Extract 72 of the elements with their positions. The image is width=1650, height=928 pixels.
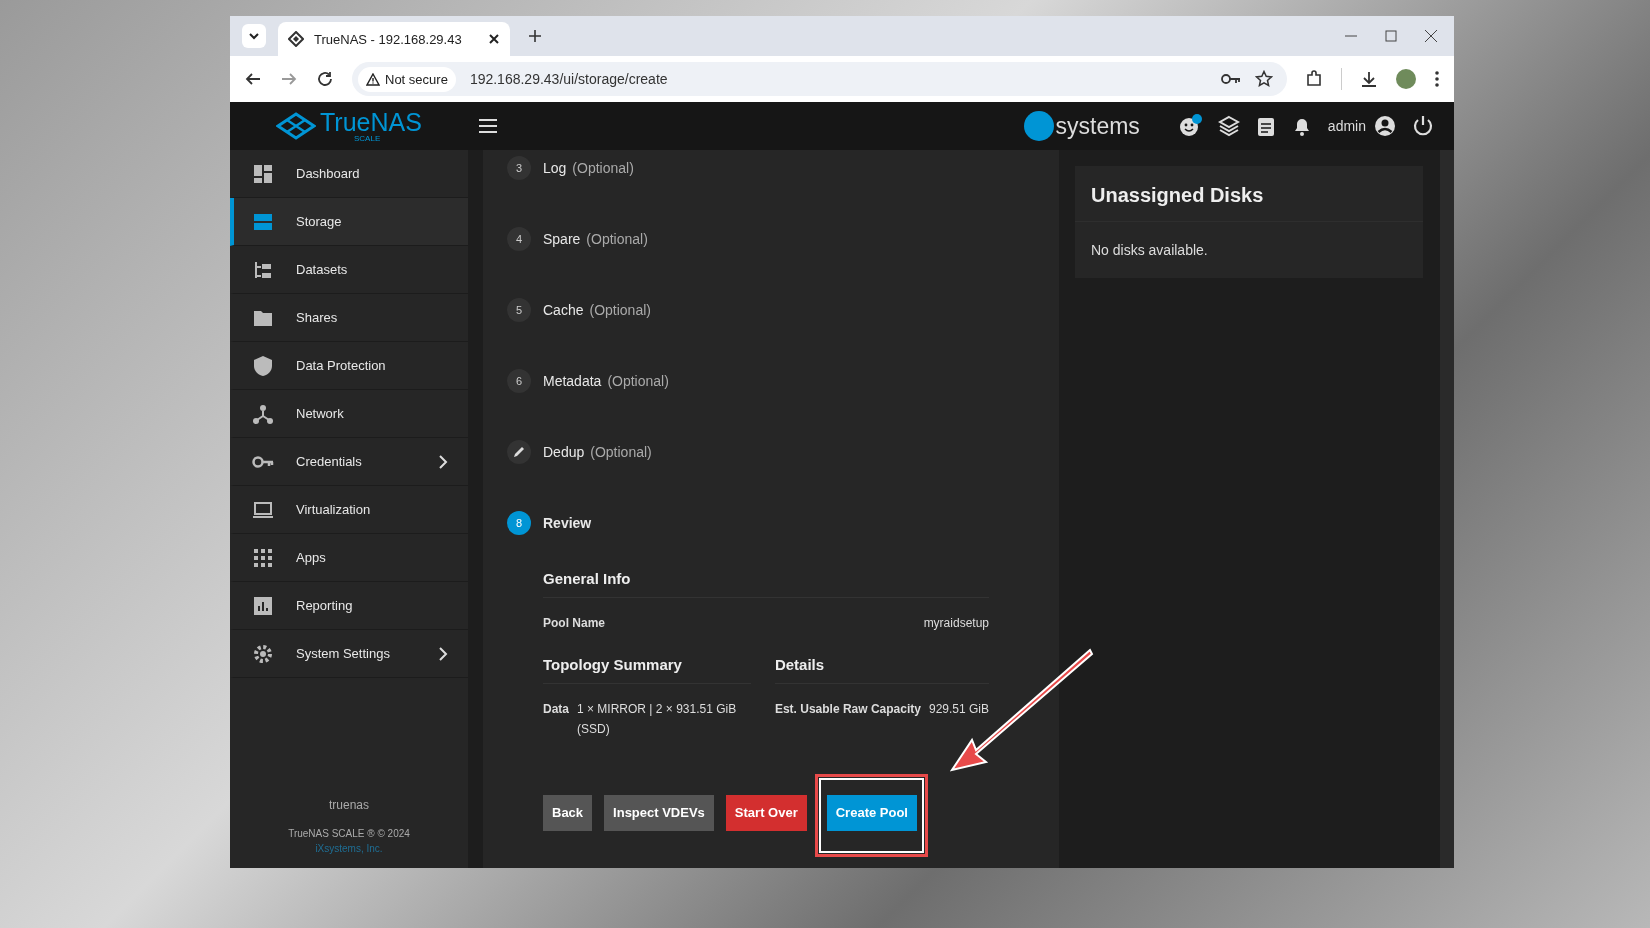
step-number: 8 <box>507 511 531 535</box>
section-title: Details <box>774 656 989 684</box>
section-title: Topology Summary <box>543 656 751 684</box>
close-icon[interactable] <box>1424 29 1438 43</box>
step-number: 6 <box>507 369 531 393</box>
logo-text: TrueNAS <box>320 109 422 135</box>
url-text: 192.168.29.43/ui/storage/create <box>469 71 668 87</box>
clipboard-icon[interactable] <box>1255 115 1276 137</box>
wizard-step[interactable]: 6 Metadata (Optional) <box>507 363 989 399</box>
step-number: 4 <box>507 227 531 251</box>
sidebar-item[interactable]: Shares <box>230 294 468 342</box>
chart-icon <box>252 594 274 617</box>
chevron-right-icon <box>438 645 448 662</box>
diamond-icon <box>288 31 304 47</box>
close-icon[interactable] <box>488 33 500 45</box>
wizard-step[interactable]: Dedup (Optional) <box>507 434 989 470</box>
hostname: truenas <box>329 798 369 812</box>
vendor-logo-text: systems <box>1055 112 1140 140</box>
tab-title: TrueNAS - 192.168.29.43 <box>314 31 463 47</box>
scrollbar[interactable] <box>1440 150 1454 868</box>
field-label: Est. Usable Raw Capacity <box>774 702 921 716</box>
feedback-icon[interactable] <box>1177 114 1202 138</box>
browser-tab[interactable]: TrueNAS - 192.168.29.43 <box>278 22 510 56</box>
wizard-step[interactable]: 8 Review <box>507 505 989 541</box>
card-title: Unassigned Disks <box>1075 166 1423 222</box>
key-icon[interactable] <box>1221 73 1241 85</box>
section-title: General Info <box>543 570 989 598</box>
sidebar-item[interactable]: Reporting <box>230 582 468 630</box>
power-icon[interactable] <box>1412 115 1434 137</box>
username[interactable]: admin <box>1327 118 1366 134</box>
apps-icon <box>252 546 274 569</box>
profile-avatar[interactable] <box>1396 69 1416 89</box>
address-bar[interactable]: Not secure 192.168.29.43/ui/storage/create <box>352 62 1287 96</box>
sidebar-item[interactable]: Data Protection <box>230 342 468 390</box>
reload-icon[interactable] <box>316 70 334 88</box>
logo-subtitle: SCALE <box>354 134 382 143</box>
menu-icon[interactable] <box>477 118 498 134</box>
step-number: 5 <box>507 298 531 322</box>
field-label: Data <box>543 702 569 718</box>
network-icon <box>252 402 274 425</box>
empty-message: No disks available. <box>1090 241 1209 260</box>
field-label: Pool Name <box>543 616 605 630</box>
new-tab-icon[interactable] <box>528 29 542 43</box>
wizard-step[interactable]: 5 Cache (Optional) <box>507 292 989 328</box>
sidebar-item[interactable]: Storage <box>230 198 468 246</box>
star-icon[interactable] <box>1255 70 1273 88</box>
action-button[interactable]: Start Over <box>725 794 807 831</box>
field-value: 1 × MIRROR | 2 × 931.51 GiB (SSD) <box>577 701 737 739</box>
warning-icon <box>366 72 380 86</box>
pencil-icon <box>507 440 531 464</box>
logo-icon <box>276 112 316 140</box>
shield-icon <box>252 354 274 377</box>
download-icon[interactable] <box>1360 70 1378 88</box>
wizard-step[interactable]: 4 Spare (Optional) <box>507 221 989 257</box>
chevron-right-icon <box>438 453 448 470</box>
tab-list-button[interactable] <box>242 24 266 48</box>
vendor-logo-icon <box>1023 111 1054 141</box>
layers-icon[interactable] <box>1217 115 1240 137</box>
user-icon[interactable] <box>1374 115 1396 137</box>
action-button[interactable]: Back <box>543 794 593 831</box>
menu-icon[interactable] <box>1434 70 1440 88</box>
chevron-icon <box>248 32 260 40</box>
copyright-text: TrueNAS SCALE ® © 2024 <box>288 828 410 839</box>
field-value: myraidsetup <box>923 616 989 630</box>
wizard-step[interactable]: 3 Log (Optional) <box>507 150 989 186</box>
step-number: 3 <box>507 156 531 180</box>
puzzle-icon[interactable] <box>1305 70 1323 88</box>
gear-icon <box>252 642 274 665</box>
action-button[interactable]: Inspect VDEVs <box>604 794 714 831</box>
field-value: 929.51 GiB <box>928 702 989 716</box>
dashboard-icon <box>252 162 274 185</box>
security-chip[interactable]: Not secure <box>358 66 456 92</box>
